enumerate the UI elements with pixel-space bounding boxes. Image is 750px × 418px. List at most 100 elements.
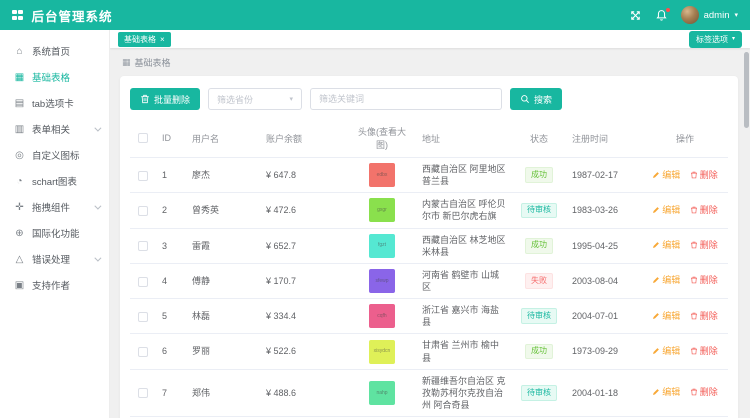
tab-label: 基础表格: [124, 34, 156, 45]
tags-bar: 基础表格 × 标签选项 ▾: [110, 30, 750, 48]
cell-register-date: 2004-07-01: [566, 299, 642, 334]
status-badge: 成功: [525, 238, 553, 254]
cell-address: 河南省 鹤壁市 山城区: [416, 263, 512, 298]
chevron-down-icon: [94, 254, 101, 261]
main-area: 基础表格 × 标签选项 ▾ ▦ 基础表格 批量删除: [110, 30, 750, 418]
avatar-thumbnail[interactable]: fgzt: [369, 234, 395, 258]
app-header: 后台管理系统 admin ▾: [0, 0, 750, 30]
table-row: 7 郑伟 ¥ 488.6 nahp 新疆维吾尔自治区 克孜勒苏柯尔克孜自治州 阿…: [130, 369, 728, 416]
column-header-address: 地址: [416, 119, 512, 158]
table-toolbar: 批量删除 筛选省份 ▾ 搜索: [130, 88, 728, 110]
delete-button[interactable]: 删除: [690, 345, 718, 357]
chevron-down-icon: [94, 124, 101, 131]
row-checkbox[interactable]: [138, 206, 148, 216]
delete-button[interactable]: 删除: [690, 204, 718, 216]
column-header-operations: 操作: [642, 119, 728, 158]
close-icon[interactable]: ×: [160, 35, 165, 44]
avatar-thumbnail[interactable]: xisydcn: [369, 340, 395, 364]
cell-register-date: 2004-01-18: [566, 369, 642, 416]
sidebar-item-2[interactable]: ▤ tab选项卡: [0, 90, 109, 116]
edit-button[interactable]: 编辑: [652, 204, 680, 216]
sidebar-item-5[interactable]: ◔ schart图表: [0, 168, 109, 194]
table-row: 1 廖杰 ¥ 647.8 edbx 西藏自治区 阿里地区 普兰县 成功 1987…: [130, 158, 728, 193]
column-header-username: 用户名: [186, 119, 260, 158]
cell-balance: ¥ 334.4: [260, 299, 348, 334]
sidebar-item-9[interactable]: ▣ 支持作者: [0, 272, 109, 298]
row-checkbox[interactable]: [138, 347, 148, 357]
avatar-thumbnail[interactable]: gxgr: [369, 198, 395, 222]
cell-balance: ¥ 647.8: [260, 158, 348, 193]
user-avatar[interactable]: [681, 6, 699, 24]
edit-button[interactable]: 编辑: [652, 169, 680, 181]
edit-button[interactable]: 编辑: [652, 345, 680, 357]
cell-username: 罗丽: [186, 334, 260, 369]
search-button[interactable]: 搜索: [510, 88, 562, 110]
breadcrumb-title: 基础表格: [135, 56, 171, 69]
edit-button[interactable]: 编辑: [652, 310, 680, 322]
search-label: 搜索: [534, 93, 552, 106]
status-badge: 待审核: [521, 203, 557, 219]
breadcrumb: ▦ 基础表格: [122, 56, 738, 69]
province-select-placeholder: 筛选省份: [217, 93, 253, 106]
avatar-thumbnail[interactable]: cqfh: [369, 304, 395, 328]
batch-delete-button[interactable]: 批量删除: [130, 88, 200, 110]
edit-button[interactable]: 编辑: [652, 239, 680, 251]
username: admin: [704, 10, 730, 21]
sidebar-item-7[interactable]: ⊕ 国际化功能: [0, 220, 109, 246]
row-checkbox[interactable]: [138, 171, 148, 181]
cell-username: 雷霞: [186, 228, 260, 263]
cell-username: 林磊: [186, 299, 260, 334]
sidebar-item-8[interactable]: △ 错误处理: [0, 246, 109, 272]
sidebar-item-0[interactable]: ⌂ 系统首页: [0, 38, 109, 64]
delete-button[interactable]: 删除: [690, 169, 718, 181]
delete-button[interactable]: 删除: [690, 386, 718, 398]
sidebar-item-4[interactable]: ◎ 自定义图标: [0, 142, 109, 168]
cell-address: 西藏自治区 林芝地区 米林县: [416, 228, 512, 263]
scrollbar-thumb[interactable]: [744, 52, 749, 128]
avatar-thumbnail[interactable]: nahp: [369, 381, 395, 405]
sidebar-item-1[interactable]: ▦ 基础表格: [0, 64, 109, 90]
data-table: ID用户名账户余额头像(查看大图)地址状态注册时间操作 1 廖杰 ¥ 647.8…: [130, 119, 728, 418]
status-badge: 成功: [525, 167, 553, 183]
avatar-thumbnail[interactable]: sfewp: [369, 269, 395, 293]
column-header-balance: 账户余额: [260, 119, 348, 158]
edit-button[interactable]: 编辑: [652, 386, 680, 398]
sidebar-item-3[interactable]: ▥ 表单相关: [0, 116, 109, 142]
bell-icon[interactable]: [655, 9, 668, 22]
row-checkbox[interactable]: [138, 241, 148, 251]
sidebar-item-label: schart图表: [32, 174, 77, 188]
sidebar-item-6[interactable]: ✛ 拖拽组件: [0, 194, 109, 220]
tabs-icon: ▤: [14, 98, 25, 109]
user-menu[interactable]: admin ▾: [681, 6, 738, 24]
cell-id: 6: [156, 334, 186, 369]
edit-button[interactable]: 编辑: [652, 274, 680, 286]
table-header-row: ID用户名账户余额头像(查看大图)地址状态注册时间操作: [130, 119, 728, 158]
table-icon: ▦: [14, 72, 25, 83]
row-checkbox[interactable]: [138, 312, 148, 322]
cell-id: 2: [156, 193, 186, 228]
delete-button[interactable]: 删除: [690, 274, 718, 286]
logo-grid-icon: [12, 10, 23, 21]
i18n-icon: ⊕: [14, 228, 25, 239]
cell-register-date: 1995-04-25: [566, 228, 642, 263]
table-row: 5 林磊 ¥ 334.4 cqfh 浙江省 嘉兴市 海盐县 待审核 2004-0…: [130, 299, 728, 334]
cell-balance: ¥ 522.6: [260, 334, 348, 369]
cell-register-date: 1987-02-17: [566, 158, 642, 193]
cell-address: 甘肃省 兰州市 榆中县: [416, 334, 512, 369]
row-checkbox[interactable]: [138, 277, 148, 287]
keyword-input[interactable]: [310, 88, 502, 110]
row-checkbox[interactable]: [138, 388, 148, 398]
province-select[interactable]: 筛选省份 ▾: [208, 88, 302, 110]
sidebar-item-label: 表单相关: [32, 122, 70, 136]
table-row: 2 曾秀英 ¥ 472.6 gxgr 内蒙古自治区 呼伦贝尔市 新巴尔虎右旗 待…: [130, 193, 728, 228]
fullscreen-icon[interactable]: [629, 9, 642, 22]
delete-button[interactable]: 删除: [690, 239, 718, 251]
drag-icon: ✛: [14, 202, 25, 213]
app-root: 后台管理系统 admin ▾: [0, 0, 750, 418]
avatar-thumbnail[interactable]: edbx: [369, 163, 395, 187]
table-row: 4 傅静 ¥ 170.7 sfewp 河南省 鹤壁市 山城区 失败 2003-0…: [130, 263, 728, 298]
tab-basic-table[interactable]: 基础表格 ×: [118, 32, 171, 47]
tag-options-button[interactable]: 标签选项 ▾: [689, 31, 742, 48]
delete-button[interactable]: 删除: [690, 310, 718, 322]
select-all-checkbox[interactable]: [138, 133, 148, 143]
